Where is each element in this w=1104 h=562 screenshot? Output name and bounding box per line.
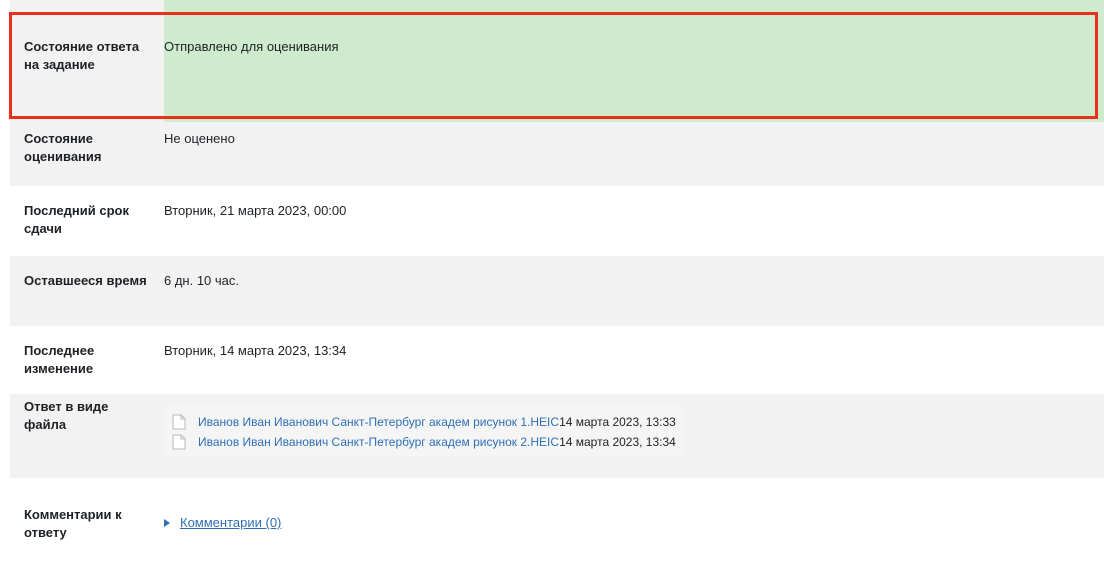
file-submissions-label: Ответ в виде файла [24,399,109,432]
due-date-label: Последний срок сдачи [24,203,129,236]
file-date: 14 марта 2023, 13:34 [559,435,676,449]
file-link[interactable]: Иванов Иван Иванович Санкт-Петербург ака… [198,433,559,451]
row-label: Состояние ответа на задание [10,0,164,122]
row-label: Последний срок сдачи [10,186,164,256]
table-row-due-date: Последний срок сдачи Вторник, 21 марта 2… [10,186,1104,256]
due-date-value: Вторник, 21 марта 2023, 00:00 [164,203,347,218]
table-row-file-submissions: Ответ в виде файла Иванов Иван Иванович … [10,394,1104,478]
row-label: Последнее изменение [10,326,164,394]
row-value: Комментарии (0) [164,478,1104,562]
table-row-submission-status: Состояние ответа на задание Отправлено д… [10,0,1104,122]
file-icon [172,414,186,430]
row-label: Комментарии к ответу [10,478,164,562]
row-value: Вторник, 14 марта 2023, 13:34 [164,326,1104,394]
last-modified-value: Вторник, 14 марта 2023, 13:34 [164,343,347,358]
comments-link-label: Комментарии (0) [180,515,282,530]
row-value: Не оценено [164,122,1104,186]
table-row-grading-status: Состояние оценивания Не оценено [10,122,1104,186]
grading-status-label: Состояние оценивания [24,131,102,164]
row-label: Ответ в виде файла [10,394,164,478]
row-value: Иванов Иван Иванович Санкт-Петербург ака… [164,394,1104,478]
table-row-time-remaining: Оставшееся время 6 дн. 10 час. [10,256,1104,326]
submission-status-page: Состояние ответа на задание Отправлено д… [0,0,1104,562]
submission-status-table: Состояние ответа на задание Отправлено д… [10,0,1104,562]
row-label: Оставшееся время [10,256,164,326]
last-modified-label: Последнее изменение [24,343,95,376]
table-row-submission-comments: Комментарии к ответу Комментарии (0) [10,478,1104,562]
comments-toggle[interactable]: Комментарии (0) [164,514,281,532]
time-remaining-label: Оставшееся время [24,273,147,288]
file-list: Иванов Иван Иванович Санкт-Петербург ака… [164,406,684,456]
file-item: Иванов Иван Иванович Санкт-Петербург ака… [172,432,676,452]
grading-status-value: Не оценено [164,131,235,146]
file-date: 14 марта 2023, 13:33 [559,415,676,429]
expand-triangle-icon [164,519,170,527]
row-label: Состояние оценивания [10,122,164,186]
file-icon [172,434,186,450]
row-value: Вторник, 21 марта 2023, 00:00 [164,186,1104,256]
time-remaining-value: 6 дн. 10 час. [164,273,240,288]
file-link[interactable]: Иванов Иван Иванович Санкт-Петербург ака… [198,413,559,431]
row-value: 6 дн. 10 час. [164,256,1104,326]
row-value: Отправлено для оценивания [164,0,1104,122]
submission-comments-label: Комментарии к ответу [24,507,122,540]
file-item: Иванов Иван Иванович Санкт-Петербург ака… [172,412,676,432]
table-row-last-modified: Последнее изменение Вторник, 14 марта 20… [10,326,1104,394]
submission-status-label: Состояние ответа на задание [24,39,140,72]
submission-status-value: Отправлено для оценивания [164,39,339,54]
